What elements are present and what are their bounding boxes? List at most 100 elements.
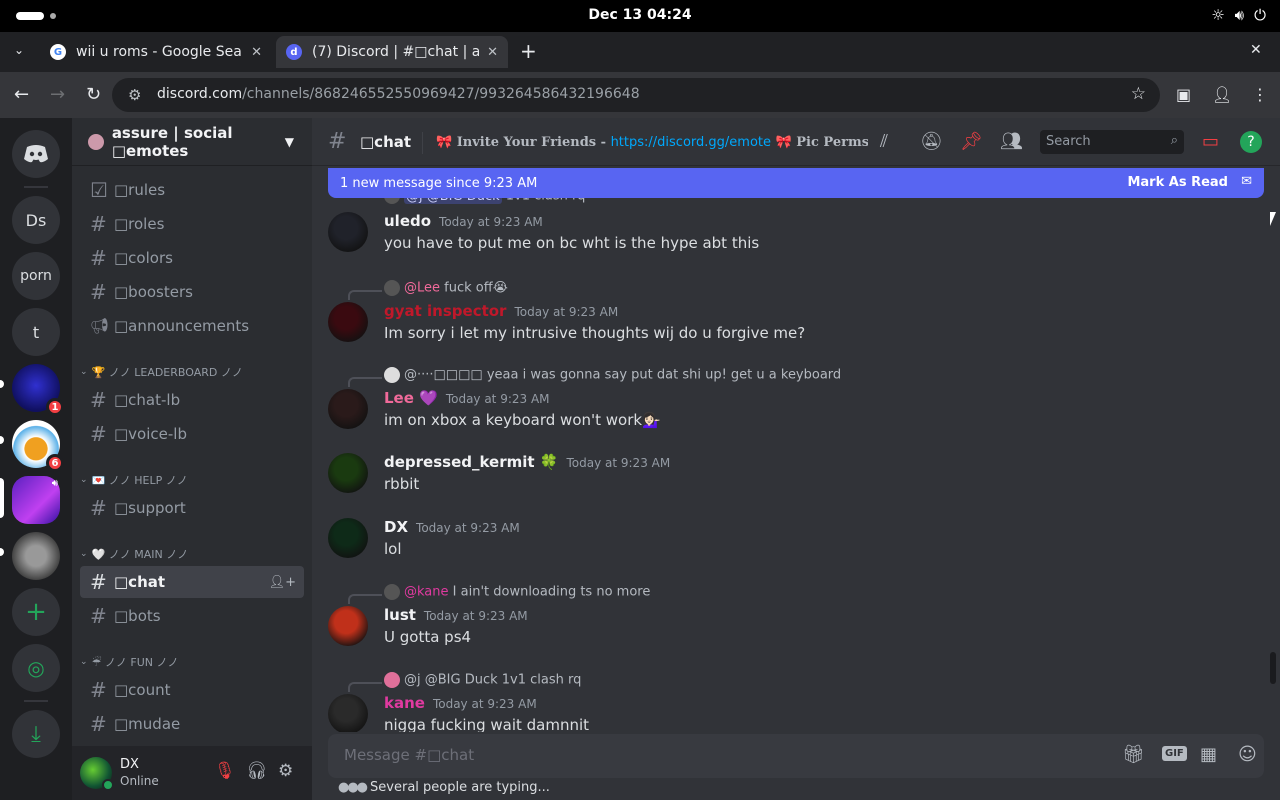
mark-read-icon[interactable]: ✉ (1241, 174, 1252, 189)
back-icon[interactable]: ← (14, 84, 29, 105)
channel-topic[interactable]: 🎀 Invite Your Friends - https://discord.… (436, 135, 868, 150)
avatar[interactable] (328, 694, 368, 732)
reply-preview[interactable]: @Lee fuck off😭 (384, 280, 508, 296)
server-cartoon-avatar[interactable]: 6 (12, 420, 64, 472)
url-text[interactable]: discord.com/channels/868246552550969427/… (157, 86, 640, 102)
mouse-cursor-icon (1270, 212, 1276, 226)
close-window-icon[interactable]: ✕ (1250, 42, 1262, 58)
channel-colors[interactable]: # □colors (80, 242, 304, 274)
server-porn[interactable]: porn (12, 252, 60, 300)
server-ds[interactable]: Ds (12, 196, 60, 244)
brightness-icon[interactable]: ☼ (1211, 6, 1224, 24)
help-icon[interactable]: ? (1240, 131, 1262, 153)
new-messages-bar[interactable]: 1 new message since 9:23 AM Mark As Read… (328, 168, 1264, 198)
forward-icon[interactable]: → (50, 84, 65, 105)
message-author[interactable]: Lee 💜 Today at 9:23 AM (384, 389, 550, 407)
message-content: Im sorry i let my intrusive thoughts wij… (384, 324, 806, 342)
channel-boosters[interactable]: # □boosters (80, 276, 304, 308)
address-bar[interactable]: ⚙ discord.com/channels/86824655255096942… (112, 78, 1160, 112)
browser-menu-icon[interactable]: ⋮ (1252, 85, 1268, 104)
server-blue-avatar[interactable]: 1 (12, 364, 64, 416)
channel-chat-lb[interactable]: # □chat-lb (80, 384, 304, 416)
server-cat-avatar[interactable] (12, 532, 60, 580)
server-separator (24, 700, 48, 702)
reload-icon[interactable]: ↻ (86, 84, 101, 105)
category-fun[interactable]: ⌄ ☔ ノノ FUN ノノ (80, 652, 304, 672)
profile-icon[interactable]: 👤︎ (1212, 85, 1232, 104)
user-settings-gear-icon[interactable]: ⚙ (278, 761, 293, 781)
threads-icon[interactable]: ⫽ (880, 131, 888, 152)
message-composer[interactable]: Message #□chat 🎁︎ GIF ▦ ☺ (328, 734, 1264, 778)
notifications-muted-icon[interactable]: 🔕︎ (920, 131, 943, 152)
server-t[interactable]: t (12, 308, 60, 356)
channel-count[interactable]: # □count (80, 674, 304, 706)
hashtag-icon: # (90, 246, 107, 270)
gift-icon[interactable]: 🎁︎ (1122, 744, 1145, 765)
server-label: porn (20, 268, 52, 284)
sticker-icon[interactable]: ▦ (1200, 744, 1217, 765)
message-author[interactable]: uledo Today at 9:23 AM (384, 212, 543, 230)
channel-support[interactable]: # □support (80, 492, 304, 524)
scrollbar-thumb[interactable] (1270, 652, 1276, 684)
message-author[interactable]: DX Today at 9:23 AM (384, 518, 520, 536)
volume-icon[interactable]: 🔊︎ (1235, 6, 1244, 24)
message-author[interactable]: gyat inspector Today at 9:23 AM (384, 302, 618, 320)
reply-avatar (384, 367, 400, 383)
create-invite-icon[interactable]: 👤︎+ (269, 575, 296, 590)
add-server-icon[interactable]: + (12, 588, 60, 636)
channel-chat[interactable]: # □chat 👤︎+ (80, 566, 304, 598)
channel-mudae[interactable]: # □mudae (80, 708, 304, 740)
message-author[interactable]: lust Today at 9:23 AM (384, 606, 528, 624)
close-tab-icon[interactable]: ✕ (487, 45, 498, 60)
caret-down-icon: ⌄ (80, 657, 88, 667)
channel-announcements[interactable]: 📢︎ □announcements (80, 310, 304, 342)
side-panel-icon[interactable]: ▣ (1176, 85, 1191, 104)
message-author[interactable]: depressed_kermit 🍀 Today at 9:23 AM (384, 453, 670, 471)
close-tab-icon[interactable]: ✕ (251, 45, 262, 60)
channel-bots[interactable]: # □bots (80, 600, 304, 632)
pinned-messages-icon[interactable]: 📌︎ (960, 131, 983, 152)
browser-tab-google[interactable]: G wii u roms - Google Search ✕ (40, 36, 272, 68)
system-clock[interactable]: Dec 13 04:24 (0, 7, 1280, 23)
avatar[interactable] (328, 302, 368, 342)
avatar[interactable] (328, 212, 368, 252)
channel-voice-lb[interactable]: # □voice-lb (80, 418, 304, 450)
bookmark-star-icon[interactable]: ☆ (1131, 84, 1146, 104)
search-input[interactable]: Search ⌕ (1040, 130, 1184, 154)
new-tab-icon[interactable]: + (520, 39, 537, 63)
channel-name: □mudae (114, 715, 181, 733)
avatar[interactable] (328, 389, 368, 429)
mute-microphone-icon[interactable]: 🎙︎ (214, 761, 236, 781)
reply-preview[interactable]: @kane I ain't downloading ts no more (384, 584, 650, 600)
typing-dots-icon: ●●● (338, 780, 368, 795)
member-list-icon[interactable]: 👥︎ (1000, 131, 1023, 152)
inbox-icon[interactable]: ▭ (1202, 131, 1219, 152)
power-icon[interactable]: ⏻ (1254, 6, 1266, 24)
explore-servers-icon[interactable]: ◎ (12, 644, 60, 692)
server-assure[interactable]: 🔊︎ (12, 476, 60, 524)
avatar[interactable] (328, 606, 368, 646)
reply-preview[interactable]: @····□□□□ yeaa i was gonna say put dat s… (384, 367, 841, 383)
avatar[interactable] (328, 453, 368, 493)
avatar[interactable] (328, 518, 368, 558)
browser-tab-discord[interactable]: d (7) Discord | #□chat | assure | social… (276, 36, 508, 68)
message-author[interactable]: kane Today at 9:23 AM (384, 694, 537, 712)
category-help[interactable]: ⌄ 💌 ノノ HELP ノノ (80, 470, 304, 490)
reply-preview[interactable]: @j @BIG Duck 1v1 clash rq (384, 672, 581, 688)
channel-sidebar: assure | social □emotes ▼ ☑ □rules # □role… (72, 118, 312, 800)
category-main[interactable]: ⌄ 🤍 ノノ MAIN ノノ (80, 544, 304, 564)
site-settings-icon[interactable]: ⚙ (128, 86, 141, 104)
online-status-icon (102, 779, 114, 791)
mark-as-read-button[interactable]: Mark As Read (1127, 175, 1228, 190)
channel-roles[interactable]: # □roles (80, 208, 304, 240)
gif-button[interactable]: GIF (1162, 746, 1187, 761)
category-leaderboard[interactable]: ⌄ 🏆 ノノ LEADERBOARD ノノ (80, 362, 304, 382)
emoji-icon[interactable]: ☺ (1238, 744, 1257, 765)
discord-home-icon[interactable] (12, 130, 60, 178)
username[interactable]: DX (120, 757, 139, 772)
guild-header[interactable]: assure | social □emotes ▼ (72, 118, 312, 166)
download-apps-icon[interactable]: ⤓ (12, 710, 60, 758)
headphones-icon[interactable]: 🎧︎ (246, 761, 268, 781)
tab-search-chevron-icon[interactable]: ⌄ (14, 43, 24, 57)
channel-rules[interactable]: ☑ □rules (80, 174, 304, 206)
